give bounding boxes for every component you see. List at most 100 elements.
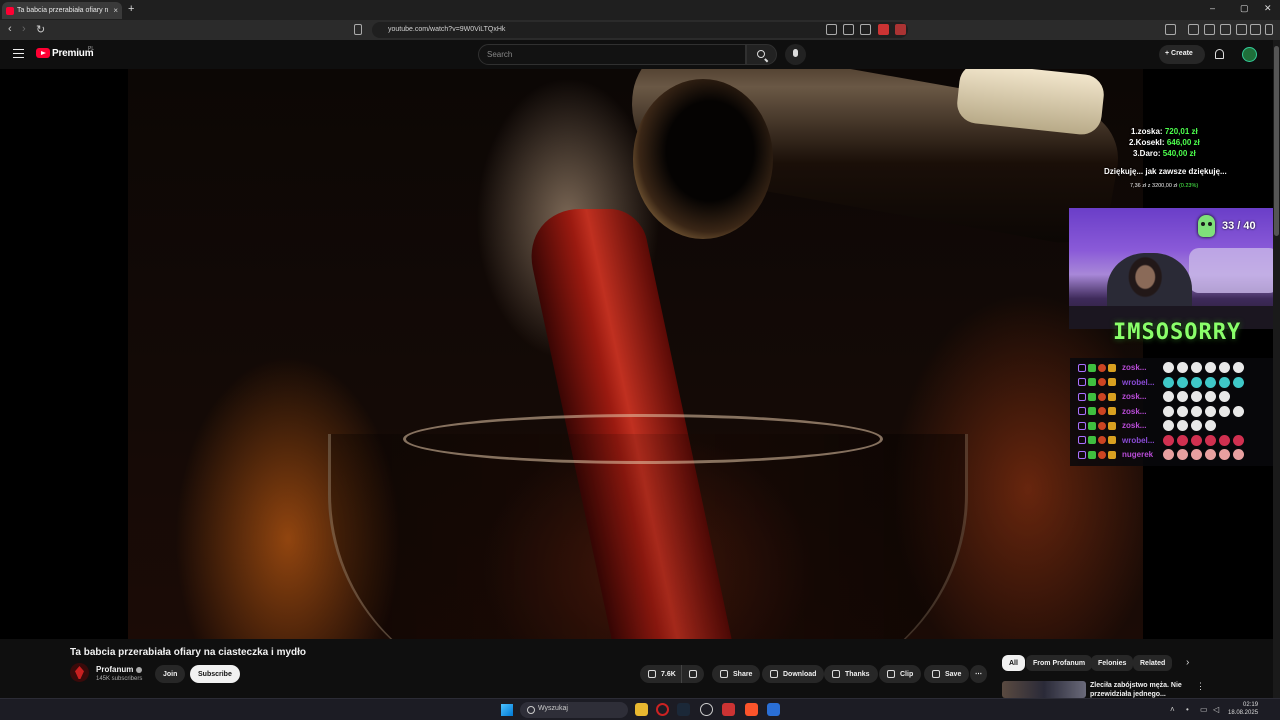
goal-percent: (0.23%) (1178, 183, 1199, 189)
thanks-button[interactable]: Thanks (824, 665, 878, 683)
scrollbar-thumb[interactable] (1274, 46, 1279, 236)
music-icon[interactable] (1188, 24, 1199, 35)
cast-icon[interactable] (826, 24, 837, 35)
display-tray-icon[interactable]: ▭ (1200, 705, 1208, 714)
minimize-button[interactable]: – (1210, 3, 1215, 13)
windows-start-icon[interactable] (501, 704, 513, 716)
chip-all[interactable]: All (1002, 655, 1025, 671)
like-button[interactable]: 7.6K (640, 665, 682, 683)
sidebar-toggle-icon[interactable] (1165, 24, 1176, 35)
clock-date: 18.08.2025 (1228, 710, 1259, 716)
chat-emote-icon (1191, 376, 1202, 388)
twitch-badge-icon (1078, 392, 1086, 401)
steam-icon[interactable] (677, 703, 690, 716)
recommended-menu-icon[interactable]: ⋮ (1196, 681, 1205, 692)
more-actions-button[interactable]: ⋯ (970, 665, 987, 683)
create-button[interactable]: + Create (1159, 45, 1205, 64)
channel-name[interactable]: Profanum (96, 665, 143, 674)
maximize-button[interactable]: ▢ (1240, 3, 1249, 14)
chips-next-icon[interactable]: › (1186, 657, 1189, 668)
back-button[interactable]: ‹ (8, 23, 12, 35)
file-explorer-icon[interactable] (635, 703, 648, 716)
recommended-video-thumbnail[interactable] (1002, 681, 1086, 698)
moderator-badge-icon (1088, 392, 1096, 401)
chat-username: zosk... (1122, 406, 1147, 416)
taskbar-search-input[interactable]: Wyszukaj (520, 702, 628, 718)
chip-related[interactable]: Related (1133, 655, 1173, 671)
join-button[interactable]: Join (155, 665, 186, 683)
chat-emote-icon (1205, 434, 1216, 446)
moderator-badge-icon (1088, 436, 1096, 444)
clip-button[interactable]: Clip (879, 665, 922, 683)
voice-search-button[interactable] (785, 44, 806, 65)
twitch-badge-icon (1078, 363, 1086, 372)
chat-emote-icon (1205, 362, 1216, 373)
share-button[interactable]: Share (712, 665, 761, 683)
menu-icon[interactable] (1265, 24, 1273, 35)
taskbar-clock[interactable]: 02:19 18.08.2025 (1228, 701, 1258, 717)
recommended-video-title[interactable]: Zleciła zabójstwo męża. Nie przewidziała… (1090, 681, 1190, 698)
chip-from-profanum[interactable]: From Profanum (1026, 655, 1093, 671)
chat-emote-icon (1177, 434, 1188, 446)
extensions-icon[interactable] (1220, 24, 1231, 35)
chat-emote-icon (1163, 376, 1174, 388)
subscriber-count: 145K subscribers (96, 676, 143, 682)
subscriber-badge-icon (1098, 378, 1106, 386)
chip-felonies[interactable]: Felonies (1091, 655, 1134, 671)
search-button[interactable] (746, 44, 777, 65)
browser-tab[interactable]: Ta babcia przerabiała ofiary n × (2, 2, 122, 19)
save-button[interactable]: Save (924, 665, 970, 683)
windows-taskbar: Wyszukaj ˄ • ▭ ◁ 02:19 18.08.2025 (0, 698, 1280, 720)
tab-close-icon[interactable]: × (113, 6, 118, 15)
leaderboard-rank: 1. (1131, 127, 1138, 136)
reading-list-icon[interactable] (1204, 24, 1215, 35)
share-icon[interactable] (860, 24, 871, 35)
media-app-icon[interactable] (722, 703, 735, 716)
download-button[interactable]: Download (762, 665, 825, 683)
page-scrollbar[interactable] (1273, 40, 1280, 698)
chat-emote-icon (1233, 362, 1244, 373)
chat-emote-icon (1191, 434, 1202, 446)
save-label: Save (945, 670, 962, 678)
hamburger-menu-icon[interactable] (13, 49, 24, 58)
dislike-button[interactable] (681, 665, 704, 683)
thanks-label: Thanks (845, 670, 870, 678)
subscriber-badge-icon (1098, 436, 1106, 444)
channel-avatar[interactable] (70, 663, 89, 682)
forward-button[interactable]: › (22, 23, 26, 35)
subscriber-badge-icon (1098, 421, 1106, 430)
translate-icon[interactable] (843, 24, 854, 35)
subscribe-button[interactable]: Subscribe (190, 665, 240, 683)
tray-chevron-icon[interactable]: ˄ (1170, 705, 1175, 714)
vpn-icon[interactable] (1250, 24, 1261, 35)
chatgpt-icon[interactable] (700, 703, 713, 716)
youtube-masthead: Premium PL Search + Create (0, 40, 1280, 69)
notifications-bell-icon[interactable] (1215, 49, 1224, 59)
close-window-button[interactable]: ✕ (1264, 3, 1272, 14)
chat-message: zosk... (1078, 390, 1230, 403)
leaderboard-name: Kosekl: (1135, 138, 1165, 147)
brave-browser-icon[interactable] (745, 703, 758, 716)
video-player[interactable] (0, 69, 1280, 639)
twitch-badge-icon (1078, 407, 1086, 415)
bits-badge-icon (1108, 450, 1116, 459)
brave-rewards-icon[interactable] (895, 24, 906, 35)
leaderboard-entry: 2.Kosekl: 646,00 zł (1129, 138, 1200, 147)
volume-tray-icon[interactable]: ◁ (1213, 705, 1219, 714)
brave-shield-icon[interactable] (878, 24, 889, 35)
leaderboard-entry: 3.Daro: 540,00 zł (1133, 149, 1196, 158)
youtube-logo-icon[interactable] (36, 48, 50, 58)
app-grid-icon[interactable] (767, 703, 780, 716)
moderator-badge-icon (1088, 363, 1096, 372)
search-input[interactable]: Search (478, 44, 746, 65)
opera-icon[interactable] (656, 703, 669, 716)
microphone-tray-icon[interactable]: • (1186, 705, 1189, 714)
thanks-icon (832, 670, 840, 678)
browser-tab-strip: Ta babcia przerabiała ofiary n × + – ▢ ✕ (0, 0, 1280, 20)
reload-button[interactable]: ↻ (36, 23, 45, 36)
user-avatar[interactable] (1242, 47, 1257, 62)
chip-label: All (1009, 659, 1018, 667)
new-tab-button[interactable]: + (128, 3, 134, 15)
bookmark-icon[interactable] (354, 24, 362, 35)
wallet-icon[interactable] (1236, 24, 1247, 35)
